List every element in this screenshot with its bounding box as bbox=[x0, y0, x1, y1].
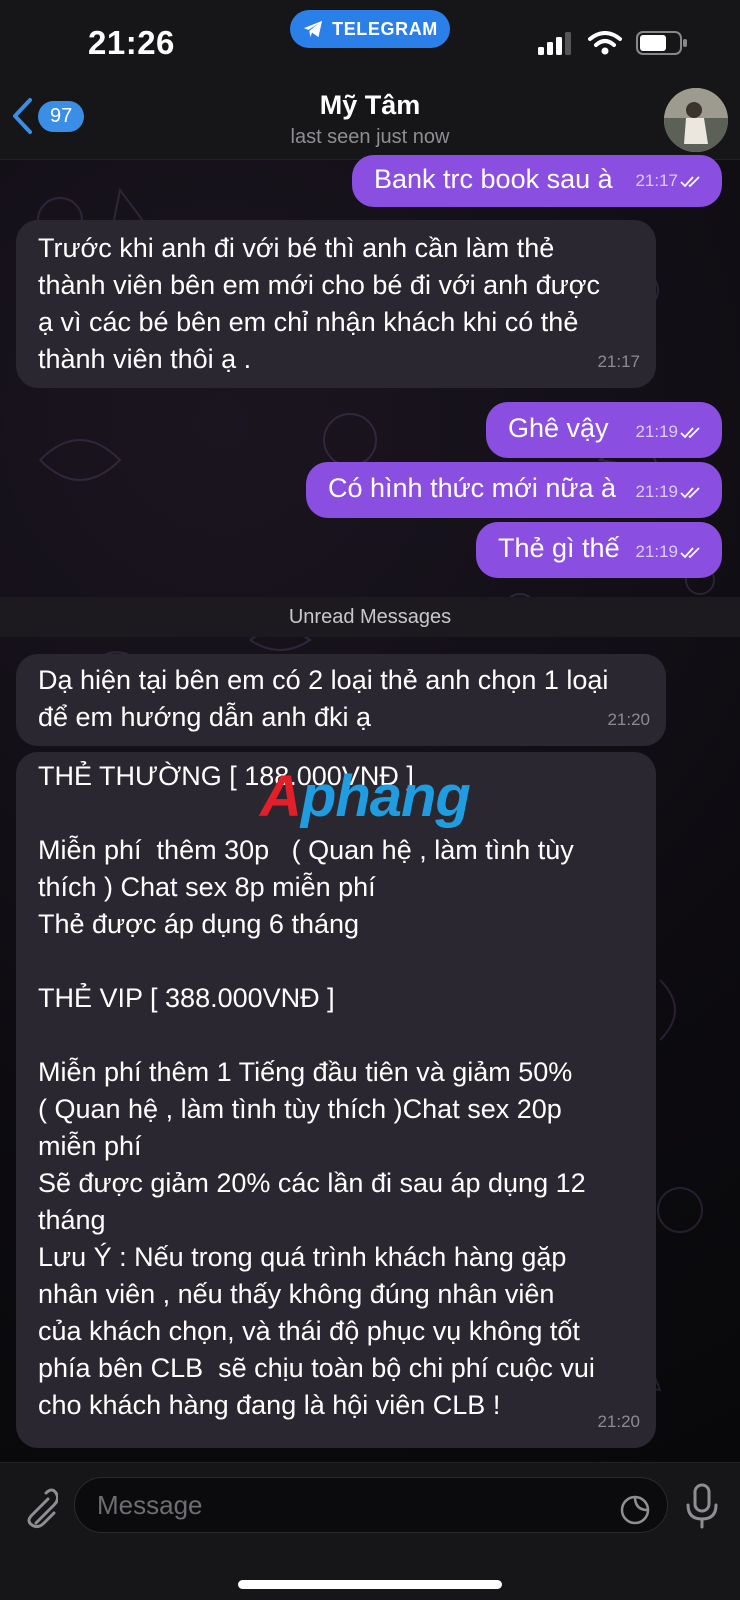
status-bar: 21:26 TELEGRAM bbox=[0, 0, 740, 90]
message-meta: 21:19 bbox=[635, 413, 706, 450]
message-time: 21:20 bbox=[607, 710, 650, 729]
message-time: 21:20 bbox=[597, 1412, 640, 1431]
message-bubble-incoming[interactable]: THẺ THƯỜNG [ 188.000VNĐ ] Miễn phí thêm … bbox=[16, 752, 656, 1448]
contact-name[interactable]: Mỹ Tâm bbox=[0, 90, 740, 121]
message-text: Dạ hiện tại bên em có 2 loại thẻ anh chọ… bbox=[38, 665, 609, 732]
paperclip-icon bbox=[27, 1488, 60, 1529]
signal-icon bbox=[538, 32, 571, 55]
watermark-rest: phang bbox=[300, 764, 471, 829]
avatar[interactable] bbox=[664, 88, 728, 152]
microphone-icon bbox=[686, 1483, 718, 1529]
message-input[interactable]: Message bbox=[74, 1477, 668, 1533]
attach-button[interactable] bbox=[18, 1485, 60, 1534]
message-time: 21:17 bbox=[635, 171, 678, 190]
message-time: 21:17 bbox=[597, 352, 640, 371]
status-time: 21:26 bbox=[88, 24, 175, 61]
watermark-first-letter: A bbox=[260, 764, 302, 829]
sticker-button[interactable] bbox=[619, 1490, 651, 1544]
telegram-return-pill[interactable]: TELEGRAM bbox=[290, 10, 450, 48]
home-indicator[interactable] bbox=[238, 1580, 502, 1589]
telegram-pill-label: TELEGRAM bbox=[332, 18, 438, 39]
voice-message-button[interactable] bbox=[684, 1483, 720, 1534]
message-text: THẺ THƯỜNG [ 188.000VNĐ ] Miễn phí thêm … bbox=[38, 761, 595, 1420]
message-bubble-outgoing[interactable]: Thẻ gì thế 21:19 bbox=[476, 522, 722, 578]
message-input-placeholder: Message bbox=[97, 1490, 203, 1520]
unread-messages-divider: Unread Messages bbox=[0, 597, 740, 637]
message-meta: 21:20 bbox=[597, 1403, 640, 1440]
double-check-icon bbox=[680, 426, 700, 438]
wifi-icon bbox=[588, 31, 622, 55]
double-check-icon bbox=[680, 486, 700, 498]
message-bubble-outgoing[interactable]: Ghê vậy 21:19 bbox=[486, 402, 722, 458]
status-icons bbox=[538, 30, 688, 56]
telegram-icon bbox=[304, 20, 323, 38]
battery-icon bbox=[636, 31, 687, 55]
message-time: 21:19 bbox=[635, 542, 678, 561]
chat-header: 97 Mỹ Tâm last seen just now bbox=[0, 88, 740, 160]
message-meta: 21:20 bbox=[607, 701, 650, 738]
sticker-icon bbox=[620, 1495, 650, 1525]
message-text: Trước khi anh đi với bé thì anh cần làm … bbox=[38, 233, 600, 374]
message-meta: 21:17 bbox=[635, 162, 706, 199]
watermark-logo: Aphang bbox=[260, 762, 471, 832]
message-bubble-incoming[interactable]: Trước khi anh đi với bé thì anh cần làm … bbox=[16, 220, 656, 388]
message-bubble-outgoing[interactable]: Có hình thức mới nữa à 21:19 bbox=[306, 462, 722, 518]
message-time: 21:19 bbox=[635, 482, 678, 501]
double-check-icon bbox=[680, 546, 700, 558]
message-time: 21:19 bbox=[635, 422, 678, 441]
last-seen-status: last seen just now bbox=[290, 126, 450, 148]
message-meta: 21:19 bbox=[635, 533, 706, 570]
message-bubble-outgoing[interactable]: Bank trc book sau à 21:17 bbox=[352, 155, 722, 207]
message-bubble-incoming[interactable]: Dạ hiện tại bên em có 2 loại thẻ anh chọ… bbox=[16, 654, 666, 746]
message-meta: 21:17 bbox=[597, 343, 640, 380]
double-check-icon bbox=[680, 175, 700, 187]
avatar-photo bbox=[664, 88, 728, 152]
message-meta: 21:19 bbox=[635, 473, 706, 510]
